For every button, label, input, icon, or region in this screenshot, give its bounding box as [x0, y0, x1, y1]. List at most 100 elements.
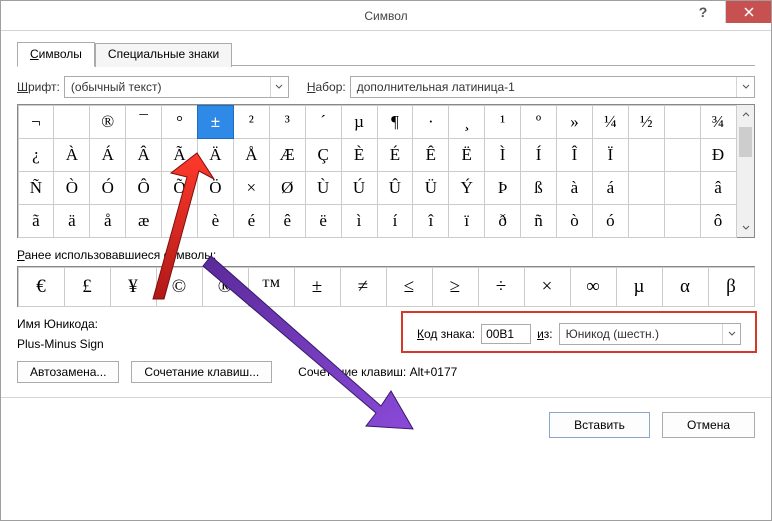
symbol-cell[interactable]: â — [700, 171, 737, 205]
symbol-cell[interactable]: Ð — [700, 138, 737, 172]
symbol-cell[interactable]: Ë — [448, 138, 485, 172]
symbol-cell[interactable]: Û — [377, 171, 414, 205]
symbol-cell[interactable] — [628, 138, 665, 172]
symbol-cell[interactable]: é — [233, 204, 270, 238]
symbol-cell[interactable]: Á — [89, 138, 126, 172]
symbol-cell[interactable]: ± — [197, 105, 234, 139]
symbol-cell[interactable]: ß — [520, 171, 557, 205]
font-combo[interactable]: (обычный текст) — [64, 76, 289, 98]
symbol-cell[interactable]: Ò — [53, 171, 90, 205]
symbol-cell[interactable]: ì — [341, 204, 378, 238]
recent-symbol-cell[interactable]: µ — [616, 267, 663, 307]
symbol-cell[interactable]: Ý — [448, 171, 485, 205]
symbol-cell[interactable]: ¼ — [592, 105, 629, 139]
symbol-cell[interactable]: Ì — [484, 138, 521, 172]
recent-symbol-cell[interactable]: € — [18, 267, 65, 307]
symbol-cell[interactable]: ° — [161, 105, 198, 139]
recent-symbol-cell[interactable]: ≤ — [386, 267, 433, 307]
recent-symbol-cell[interactable]: β — [708, 267, 755, 307]
symbol-cell[interactable]: ò — [556, 204, 593, 238]
symbol-cell[interactable]: Â — [125, 138, 162, 172]
symbol-cell[interactable]: Ä — [197, 138, 234, 172]
symbol-cell[interactable]: Î — [556, 138, 593, 172]
symbol-cell[interactable]: Õ — [161, 171, 198, 205]
shortcut-button[interactable]: Сочетание клавиш... — [131, 361, 272, 383]
symbol-cell[interactable]: ¾ — [700, 105, 737, 139]
symbol-cell[interactable]: ë — [305, 204, 342, 238]
from-combo[interactable]: Юникод (шестн.) — [559, 323, 741, 345]
symbol-cell[interactable]: µ — [341, 105, 378, 139]
symbol-cell[interactable]: À — [53, 138, 90, 172]
symbol-cell[interactable]: è — [197, 204, 234, 238]
recent-symbol-cell[interactable]: ÷ — [478, 267, 525, 307]
recent-symbol-cell[interactable]: ≠ — [340, 267, 387, 307]
symbol-cell[interactable]: » — [556, 105, 593, 139]
symbol-cell[interactable]: · — [412, 105, 449, 139]
symbol-cell[interactable]: Æ — [269, 138, 306, 172]
autocorrect-button[interactable]: Автозамена... — [17, 361, 119, 383]
recent-symbol-cell[interactable]: ™ — [248, 267, 295, 307]
symbol-cell[interactable]: ¿ — [18, 138, 55, 172]
symbol-cell[interactable]: ¶ — [377, 105, 414, 139]
scroll-down-icon[interactable] — [737, 219, 754, 237]
symbol-cell[interactable]: È — [341, 138, 378, 172]
symbol-cell[interactable]: ï — [448, 204, 485, 238]
recent-symbol-cell[interactable]: α — [662, 267, 709, 307]
symbol-cell[interactable]: Ñ — [18, 171, 55, 205]
recent-symbol-cell[interactable]: ¥ — [110, 267, 157, 307]
symbol-cell[interactable]: Å — [233, 138, 270, 172]
symbol-cell[interactable]: í — [377, 204, 414, 238]
symbol-cell[interactable]: Ö — [197, 171, 234, 205]
symbol-cell[interactable]: ® — [89, 105, 126, 139]
symbol-cell[interactable]: Ú — [341, 171, 378, 205]
symbol-cell[interactable]: ¹ — [484, 105, 521, 139]
symbol-cell[interactable]: ç — [161, 204, 198, 238]
symbol-cell[interactable] — [664, 105, 701, 139]
symbol-cell[interactable]: ´ — [305, 105, 342, 139]
code-input[interactable] — [481, 324, 531, 344]
symbol-cell[interactable]: æ — [125, 204, 162, 238]
symbol-cell[interactable]: º — [520, 105, 557, 139]
symbol-cell[interactable]: ê — [269, 204, 306, 238]
symbol-cell[interactable]: Ã — [161, 138, 198, 172]
symbol-cell[interactable]: Ó — [89, 171, 126, 205]
symbol-cell[interactable]: ã — [18, 204, 55, 238]
grid-scrollbar[interactable] — [736, 105, 754, 237]
symbol-cell[interactable]: Ø — [269, 171, 306, 205]
symbol-cell[interactable]: Ù — [305, 171, 342, 205]
recent-symbol-cell[interactable]: ± — [294, 267, 341, 307]
symbol-cell[interactable]: É — [377, 138, 414, 172]
symbol-cell[interactable] — [664, 138, 701, 172]
symbol-cell[interactable]: Ï — [592, 138, 629, 172]
cancel-button[interactable]: Отмена — [662, 412, 755, 438]
insert-button[interactable]: Вставить — [549, 412, 650, 438]
symbol-cell[interactable]: ² — [233, 105, 270, 139]
symbol-cell[interactable]: ½ — [628, 105, 665, 139]
symbol-cell[interactable]: å — [89, 204, 126, 238]
symbol-cell[interactable] — [664, 171, 701, 205]
recent-symbol-cell[interactable]: ∞ — [570, 267, 617, 307]
symbol-cell[interactable]: î — [412, 204, 449, 238]
symbol-cell[interactable]: ó — [592, 204, 629, 238]
symbol-cell[interactable] — [628, 204, 665, 238]
symbol-cell[interactable]: á — [592, 171, 629, 205]
symbol-cell[interactable]: ­ — [53, 105, 90, 139]
recent-symbol-cell[interactable]: × — [524, 267, 571, 307]
symbol-cell[interactable]: Ô — [125, 171, 162, 205]
symbol-cell[interactable]: Ü — [412, 171, 449, 205]
recent-symbol-cell[interactable]: ≥ — [432, 267, 479, 307]
symbol-cell[interactable]: ¯ — [125, 105, 162, 139]
scroll-thumb[interactable] — [739, 127, 752, 157]
symbol-cell[interactable]: Í — [520, 138, 557, 172]
symbol-cell[interactable]: à — [556, 171, 593, 205]
symbol-cell[interactable]: Þ — [484, 171, 521, 205]
symbol-cell[interactable] — [664, 204, 701, 238]
scroll-up-icon[interactable] — [737, 105, 754, 123]
symbol-cell[interactable]: ³ — [269, 105, 306, 139]
tab-symbols[interactable]: Символы — [17, 42, 95, 67]
recent-symbol-cell[interactable]: ® — [202, 267, 249, 307]
symbol-cell[interactable]: ¬ — [18, 105, 55, 139]
tab-special[interactable]: Специальные знаки — [95, 43, 232, 67]
recent-symbol-cell[interactable]: © — [156, 267, 203, 307]
symbol-cell[interactable]: × — [233, 171, 270, 205]
